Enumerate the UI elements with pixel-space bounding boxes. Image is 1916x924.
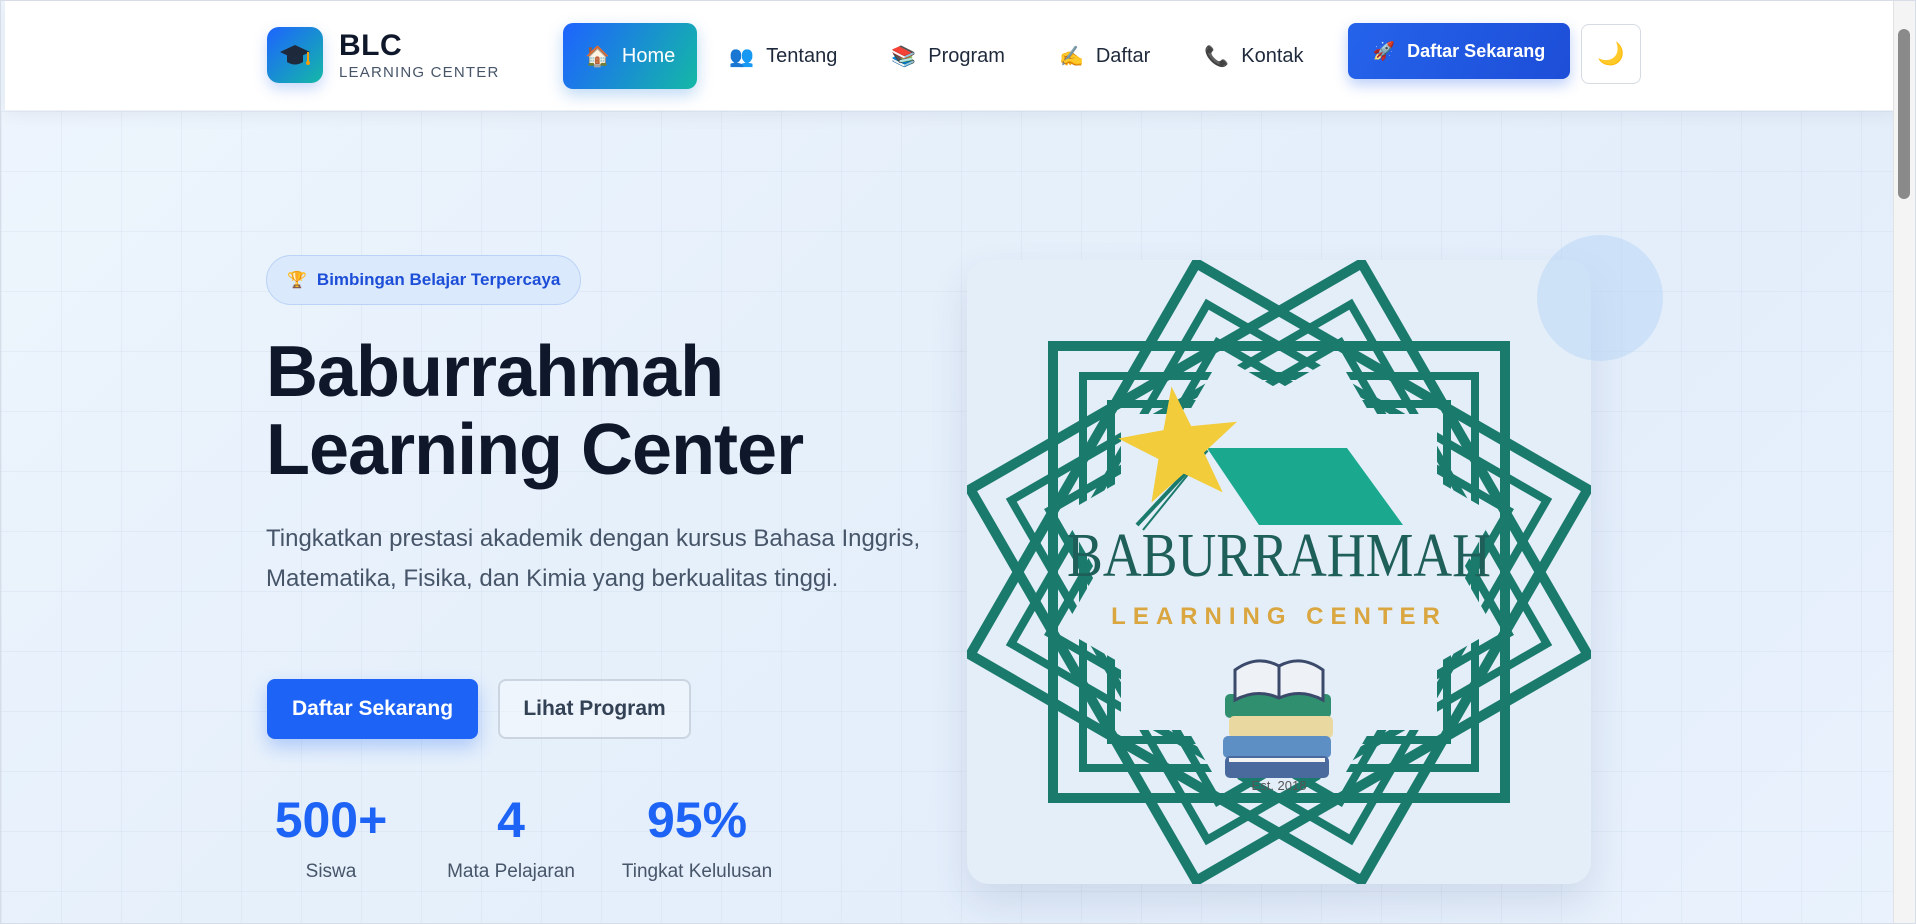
logo-est: Est. 2018 bbox=[1252, 778, 1307, 793]
nav-item-home[interactable]: 🏠 Home bbox=[563, 23, 698, 89]
nav-item-label: Tentang bbox=[766, 44, 838, 67]
stat-students: 500+ Siswa bbox=[266, 791, 396, 883]
stat-value: 95% bbox=[646, 792, 748, 848]
hero-stats: 500+ Siswa 4 Mata Pelajaran 95% Tingkat … bbox=[266, 791, 782, 883]
register-button[interactable]: Daftar Sekarang bbox=[267, 679, 478, 739]
writing-hand-icon: ✍️ bbox=[1058, 45, 1084, 68]
nav-item-label: Program bbox=[928, 44, 1005, 67]
stat-value: 4 bbox=[497, 792, 525, 848]
phone-icon: 📞 bbox=[1204, 45, 1230, 68]
stat-label: Mata Pelajaran bbox=[447, 861, 575, 882]
nav-item-tentang[interactable]: 👥 Tentang bbox=[707, 23, 859, 89]
stat-value: 500+ bbox=[274, 792, 388, 848]
hero-title: Baburrahmah Learning Center bbox=[266, 333, 966, 489]
people-icon: 👥 bbox=[729, 45, 755, 68]
rocket-icon: 🚀 bbox=[1372, 40, 1396, 61]
trophy-icon: 🏆 bbox=[287, 272, 307, 289]
nav-item-label: Kontak bbox=[1241, 44, 1304, 67]
graduation-cap-icon bbox=[267, 27, 323, 83]
house-icon: 🏠 bbox=[585, 45, 610, 68]
hero-title-line2: Learning Center bbox=[266, 410, 804, 490]
logo-tagline: LEARNING CENTER bbox=[1111, 603, 1447, 630]
scrollbar[interactable] bbox=[1893, 1, 1915, 923]
nav-item-kontak[interactable]: 📞 Kontak bbox=[1182, 23, 1325, 89]
hero-badge: 🏆 Bimbingan Belajar Terpercaya bbox=[266, 255, 582, 305]
nav-item-program[interactable]: 📚 Program bbox=[869, 23, 1027, 89]
view-program-button[interactable]: Lihat Program bbox=[498, 679, 691, 739]
nav-item-label: Daftar bbox=[1095, 44, 1151, 67]
hero-description: Tingkatkan prestasi akademik dengan kurs… bbox=[266, 525, 921, 592]
stat-subjects: 4 Mata Pelajaran bbox=[436, 791, 586, 883]
moon-icon: 🌙 bbox=[1597, 41, 1625, 66]
nav-item-label: Home bbox=[621, 44, 676, 67]
logo-name: BABURRAHMAH bbox=[1067, 522, 1491, 590]
brand-subtitle: LEARNING CENTER bbox=[339, 63, 500, 81]
scrollbar-thumb[interactable] bbox=[1898, 29, 1910, 199]
theme-toggle-button[interactable]: 🌙 bbox=[1581, 24, 1641, 84]
nav-register-button[interactable]: 🚀 Daftar Sekarang bbox=[1348, 23, 1570, 79]
books-icon: 📚 bbox=[891, 45, 917, 68]
hero-badge-text: Bimbingan Belajar Terpercaya bbox=[316, 270, 561, 289]
stat-graduation: 95% Tingkat Kelulusan bbox=[612, 791, 782, 883]
brand[interactable]: BLC LEARNING CENTER bbox=[267, 27, 500, 83]
hero-title-line1: Baburrahmah bbox=[266, 332, 724, 412]
baburrahmah-logo: BABURRAHMAH LEARNING CENTER Est. 2018 bbox=[967, 260, 1591, 884]
nav-menu: 🏠 Home 👥 Tentang 📚 Program ✍️ Daftar 📞 K… bbox=[563, 23, 1336, 89]
page-frame: BLC LEARNING CENTER 🏠 Home 👥 Tentang 📚 P… bbox=[0, 0, 1916, 924]
stat-label: Siswa bbox=[305, 861, 357, 882]
navbar: BLC LEARNING CENTER 🏠 Home 👥 Tentang 📚 P… bbox=[5, 1, 1895, 111]
stat-label: Tingkat Kelulusan bbox=[621, 861, 773, 882]
nav-item-daftar[interactable]: ✍️ Daftar bbox=[1037, 23, 1172, 89]
nav-register-label: Daftar Sekarang bbox=[1407, 40, 1546, 61]
brand-title: BLC bbox=[339, 28, 403, 62]
